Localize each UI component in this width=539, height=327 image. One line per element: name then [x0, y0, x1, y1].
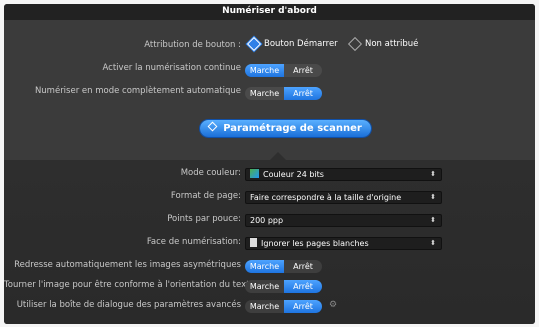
continuous-scan-label: Activer la numérisation continue — [102, 63, 241, 73]
color-mode-select[interactable]: Couleur 24 bits ⬍ — [245, 168, 442, 181]
diamond-radio-icon — [246, 36, 262, 52]
dpi-select[interactable]: 200 ppp ⬍ — [245, 214, 442, 227]
rotate-toggle[interactable]: Marche Arrêt — [245, 280, 322, 293]
advanced-toggle[interactable]: Marche Arrêt — [245, 300, 322, 313]
advanced-label: Utiliser la boîte de dialogue des paramè… — [16, 300, 241, 310]
diamond-radio-icon — [347, 36, 363, 52]
toggle-on[interactable]: Marche — [245, 300, 284, 313]
toggle-off[interactable]: Arrêt — [284, 64, 322, 77]
toggle-off[interactable]: Arrêt — [284, 87, 322, 100]
color-mode-label: Mode couleur: — [180, 168, 241, 178]
up-down-arrows-icon: ⬍ — [430, 170, 436, 178]
deskew-label: Redresse automatiquement les images asym… — [14, 260, 241, 270]
deskew-toggle[interactable]: Marche Arrêt — [245, 260, 322, 273]
auto-mode-toggle[interactable]: Marche Arrêt — [245, 87, 322, 100]
radio-unassigned[interactable]: Non attribué — [347, 36, 419, 52]
toggle-off[interactable]: Arrêt — [284, 280, 322, 293]
lower-section: Mode couleur: Couleur 24 bits ⬍ Format d… — [4, 160, 535, 324]
dpi-label: Points par pouce: — [167, 214, 241, 224]
rotate-label: Tourner l'image pour être conforme à l'o… — [4, 280, 255, 290]
page-format-label: Format de page: — [170, 191, 241, 201]
scanner-settings-button[interactable]: Paramétrage de scanner — [200, 120, 371, 137]
toggle-off[interactable]: Arrêt — [284, 260, 322, 273]
gear-icon[interactable]: ⚙ — [329, 300, 337, 310]
continuous-scan-toggle[interactable]: Marche Arrêt — [245, 64, 322, 77]
toggle-on[interactable]: Marche — [245, 64, 284, 77]
diamond-icon — [207, 121, 218, 132]
scan-settings-panel: Numériser d'abord Attribution de bouton … — [4, 4, 535, 324]
up-down-arrows-icon: ⬍ — [430, 193, 436, 201]
radio-start-label: Bouton Démarrer — [264, 39, 338, 49]
radio-unassigned-label: Non attribué — [365, 39, 419, 49]
toggle-on[interactable]: Marche — [245, 260, 284, 273]
toggle-on[interactable]: Marche — [245, 280, 284, 293]
page-format-select[interactable]: Faire correspondre à la taille d'origine… — [245, 191, 442, 204]
panel-title: Numériser d'abord — [4, 4, 535, 20]
up-down-arrows-icon: ⬍ — [430, 239, 436, 247]
section-notch — [270, 152, 286, 160]
radio-start-button[interactable]: Bouton Démarrer — [246, 36, 338, 52]
color-image-icon — [250, 169, 259, 178]
toggle-on[interactable]: Marche — [245, 87, 284, 100]
scan-side-label: Face de numérisation: — [146, 237, 241, 247]
up-down-arrows-icon: ⬍ — [430, 216, 436, 224]
upper-section: Attribution de bouton : Bouton Démarrer … — [4, 20, 535, 160]
page-icon — [250, 238, 257, 247]
scan-side-select[interactable]: Ignorer les pages blanches ⬍ — [245, 237, 442, 250]
button-assignment-label: Attribution de bouton : — [144, 40, 241, 50]
toggle-off[interactable]: Arrêt — [284, 300, 322, 313]
auto-mode-label: Numériser en mode complètement automatiq… — [34, 86, 241, 96]
